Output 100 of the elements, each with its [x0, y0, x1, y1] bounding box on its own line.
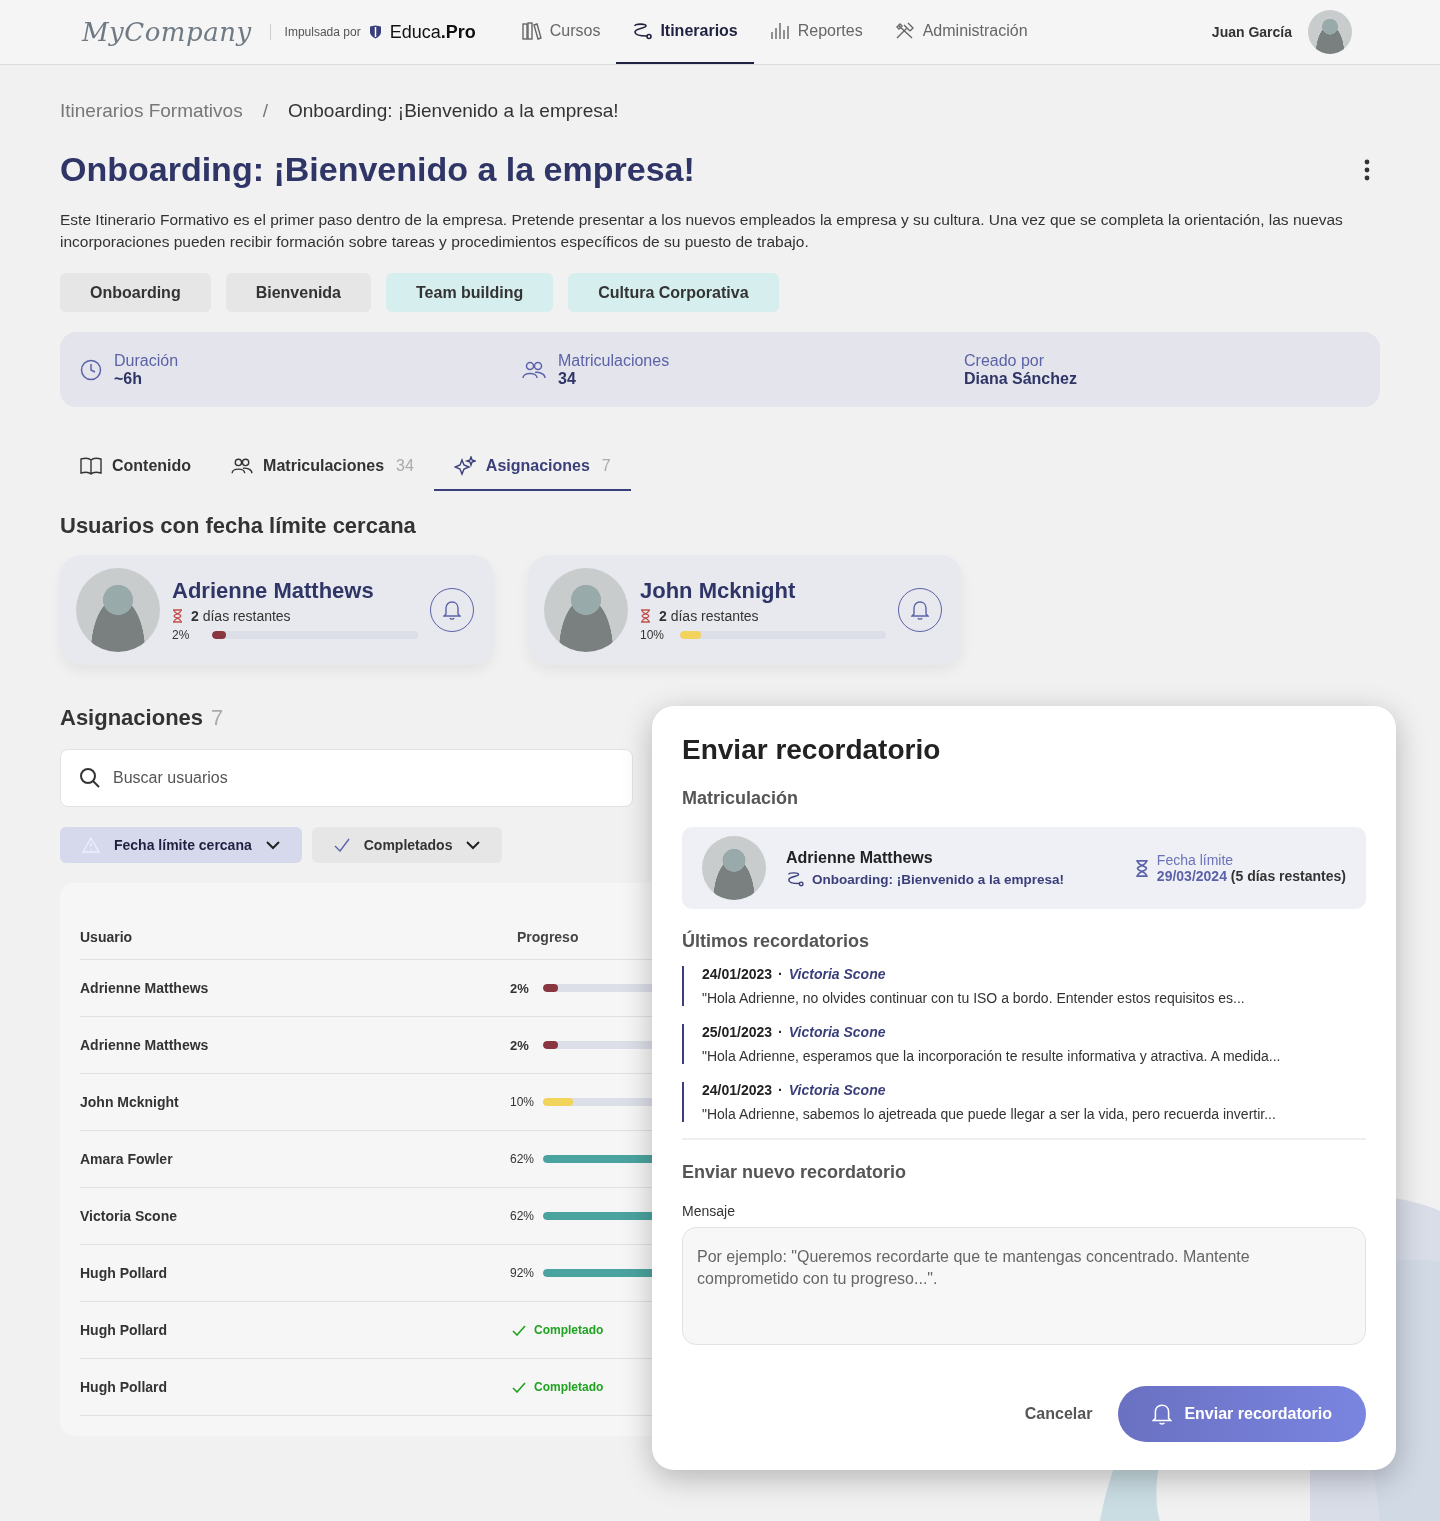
progress-percent: 2% [510, 980, 530, 996]
tab[interactable]: Matriculaciones 34 [211, 443, 434, 491]
send-reminder-button[interactable]: Enviar recordatorio [1118, 1386, 1366, 1442]
table-cell-text: Hugh Pollard [80, 1322, 169, 1338]
stat-label: Matriculaciones [558, 351, 670, 370]
table-cell-text: Hugh Pollard [80, 1265, 169, 1281]
user-avatar[interactable] [1308, 10, 1352, 54]
route-icon [786, 871, 804, 887]
field-label: Mensaje [682, 1203, 736, 1219]
user-name: John Mcknight [640, 578, 797, 604]
company-logo: MyCompany [82, 17, 252, 47]
bell-icon [911, 600, 929, 620]
stat-value: 34 [558, 369, 577, 388]
reminder-author: Victoria Scone [788, 966, 886, 982]
books-icon [521, 22, 542, 40]
breadcrumb-separator: / [262, 100, 268, 122]
nav-link[interactable]: Itinerarios [616, 0, 754, 64]
nav-link[interactable]: Reportes [753, 0, 879, 64]
reminder-author: Victoria Scone [788, 1024, 886, 1040]
reminder-date: 24/01/2023 [702, 966, 773, 982]
chevron-down-icon [265, 840, 280, 850]
table-cell-text: Hugh Pollard [80, 1379, 169, 1395]
warning-icon [82, 837, 100, 853]
hourglass-icon [640, 609, 651, 623]
bell-icon [1152, 1403, 1173, 1425]
tag: Bienvenida [225, 273, 371, 312]
table-cell-text: Adrienne Matthews [80, 980, 210, 996]
remaining-days: 2 días restantes [191, 608, 291, 624]
reminder-date: 24/01/2023 [702, 1082, 773, 1098]
shield-icon [368, 25, 382, 39]
bell-icon [443, 600, 461, 620]
bar-chart-icon [769, 22, 790, 40]
check-icon [333, 838, 350, 852]
reminder-author: Victoria Scone [788, 1082, 886, 1098]
description: Este Itinerario Formativo es el primer paso dentro de la empresa. Pretende presentar a los nuevos empleados la empresa y su cultura. Una vez que se completa la orientación, las nuevas incorporaciones pueden recibir formación sobre tareas y procedimientos específicos de su puesto de trabajo. [60, 210, 1344, 252]
user-name: Adrienne Matthews [172, 578, 375, 604]
table-cell-text: John Mcknight [80, 1094, 180, 1110]
tag: Team building [386, 273, 554, 312]
cancel-button[interactable]: Cancelar [1018, 1404, 1099, 1424]
reminder-message: "Hola Adrienne, sabemos lo ajetreada que puede llegar a ser la vida, pero recuerda invertir... [702, 1106, 1277, 1122]
remaining-days: 2 días restantes [659, 608, 759, 624]
nav-link[interactable]: Administración [878, 0, 1044, 64]
more-options-icon[interactable] [1364, 158, 1370, 181]
table-cell-text: Victoria Scone [80, 1208, 178, 1224]
chevron-down-icon [466, 840, 481, 850]
hourglass-icon [1134, 858, 1149, 878]
separator-dot: · [778, 1082, 783, 1098]
section-title: Usuarios con fecha límite cercana [60, 513, 417, 539]
tab[interactable]: Asignaciones 7 [433, 443, 631, 491]
search-field[interactable]: Buscar usuarios [60, 749, 633, 807]
progress-percent: 2% [510, 1037, 530, 1053]
status-text: Completado [534, 1323, 604, 1337]
tab[interactable]: Contenido [60, 443, 212, 491]
table-cell-text: Amara Fowler [80, 1151, 174, 1167]
tools-icon [894, 22, 915, 40]
stat-label: Creado por [964, 351, 1046, 370]
nav-link[interactable]: Cursos [505, 0, 617, 64]
separator-dot: · [778, 1024, 783, 1040]
user-name: Adrienne Matthews [786, 849, 934, 867]
powered-by-label: Impulsada por [284, 25, 361, 39]
stat-value: ~6h [114, 369, 143, 388]
section-title: Últimos recordatorios [682, 931, 871, 952]
tag: Cultura Corporativa [568, 273, 779, 312]
users-icon [522, 359, 546, 380]
column-header: Progreso [517, 929, 579, 945]
section-title: Enviar nuevo recordatorio [682, 1162, 908, 1183]
reminder-date: 25/01/2023 [702, 1024, 773, 1040]
separator-dot: · [778, 966, 783, 982]
tag: Onboarding [60, 273, 211, 312]
dialog-title: Enviar recordatorio [682, 734, 942, 766]
count: 7 [211, 705, 224, 731]
brand-logo: Educa.Pro [389, 21, 476, 43]
column-header: Usuario [80, 929, 134, 945]
reminder-message: "Hola Adrienne, esperamos que la incorporación te resulte informativa y atractiva. A medida... [702, 1048, 1282, 1064]
filter-dropdown[interactable]: Completados [311, 827, 503, 863]
user-name: Juan García [1211, 24, 1292, 40]
stat-label: Duración [114, 351, 179, 370]
reminder-message: "Hola Adrienne, no olvides continuar con tu ISO a bordo. Entender estos requisitos es... [702, 990, 1246, 1006]
deadline-date: 29/03/2024 [1156, 868, 1227, 884]
remaining-days: (5 días restantes) [1230, 868, 1346, 884]
table-cell-text: Adrienne Matthews [80, 1037, 210, 1053]
breadcrumb-link[interactable]: Onboarding: ¡Bienvenido a la empresa! [287, 100, 619, 122]
section-title: Asignaciones [60, 705, 204, 731]
filter-dropdown[interactable]: Fecha límite cercana [60, 827, 302, 863]
stat-value: Diana Sánchez [964, 369, 1077, 388]
book-icon [80, 457, 102, 475]
clock-icon [80, 358, 102, 381]
users-icon [231, 457, 254, 475]
status-text: Completado [534, 1380, 604, 1394]
message-field[interactable]: Por ejemplo: "Queremos recordarte que te mantengas concentrado. Mantente comprometido con tu progreso...". [682, 1227, 1366, 1345]
sparkles-icon [453, 456, 476, 476]
path-link[interactable]: Onboarding: ¡Bienvenido a la empresa! [812, 871, 1065, 887]
section-title: Matriculación [682, 788, 800, 809]
check-icon [512, 1381, 526, 1393]
progress-percent: 10% [640, 628, 665, 642]
search-icon [79, 767, 101, 789]
progress-percent: 2% [172, 628, 191, 642]
breadcrumb-link[interactable]: Itinerarios Formativos [60, 100, 243, 122]
hourglass-icon [172, 609, 183, 623]
deadline-label: Fecha límite [1156, 852, 1235, 868]
